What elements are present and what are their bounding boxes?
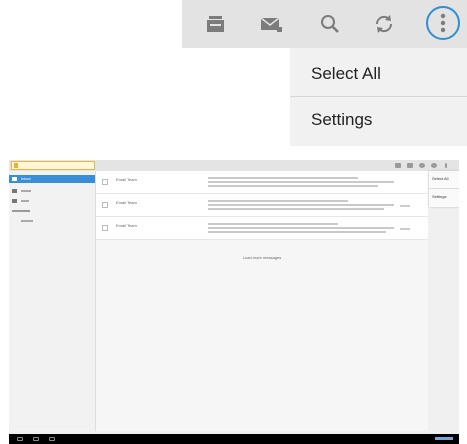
menu-divider: [290, 96, 467, 97]
message-list: Email Team Email Team Email Team Load mo…: [96, 171, 428, 431]
load-more-button[interactable]: Load more messages: [96, 255, 428, 260]
overflow-menu-icon[interactable]: [445, 163, 447, 168]
sidebar-item-label: Inbox: [21, 176, 31, 181]
sidebar-item-label: [21, 189, 31, 192]
sidebar-item-label: [21, 199, 29, 202]
menu-divider: [429, 188, 459, 189]
account-selector[interactable]: [11, 161, 95, 170]
search-icon[interactable]: [318, 12, 342, 36]
overflow-menu: Select All Settings: [429, 171, 459, 207]
overflow-menu: Select All Settings: [290, 48, 467, 146]
list-item[interactable]: Email Team: [96, 194, 428, 217]
menu-item-select-all[interactable]: Select All: [432, 176, 448, 181]
message-snippet: [208, 227, 394, 229]
message-sender: Email Team: [116, 200, 137, 205]
message-snippet: [208, 181, 394, 183]
message-snippet: [208, 185, 378, 187]
home-icon[interactable]: [33, 437, 39, 441]
compose-icon[interactable]: [395, 163, 401, 168]
folder-icon: [12, 199, 17, 203]
menu-item-select-all[interactable]: Select All: [311, 64, 381, 84]
message-snippet: [208, 204, 394, 206]
message-checkbox[interactable]: [102, 225, 108, 231]
message-snippet: [208, 208, 384, 210]
mail-icon[interactable]: [259, 12, 283, 36]
system-nav-bar: [9, 434, 459, 444]
sidebar-item-label: [21, 219, 33, 222]
action-bar: [182, 0, 467, 48]
status-icons: [435, 437, 453, 440]
message-checkbox[interactable]: [102, 202, 108, 208]
sidebar-item[interactable]: [9, 217, 95, 225]
message-sender: Email Team: [116, 223, 137, 228]
mail-icon[interactable]: [407, 163, 413, 168]
list-item[interactable]: Email Team: [96, 171, 428, 194]
menu-item-settings[interactable]: Settings: [432, 194, 446, 199]
tablet-action-bar: [9, 160, 459, 171]
sidebar-item[interactable]: [9, 187, 95, 195]
message-date: [400, 228, 410, 230]
sidebar-item-inbox[interactable]: Inbox: [9, 175, 95, 183]
overflow-menu-button[interactable]: [426, 6, 460, 40]
message-subject: [208, 177, 358, 179]
status-area[interactable]: [435, 436, 453, 441]
sidebar-item[interactable]: [9, 197, 95, 205]
tablet-screenshot: Inbox Email Team Email Team Email Team L…: [9, 160, 459, 444]
inbox-icon: [12, 177, 17, 181]
overflow-menu-icon: [440, 13, 446, 33]
folder-icon: [12, 189, 17, 193]
message-subject: [208, 200, 348, 202]
recent-apps-icon[interactable]: [49, 437, 55, 441]
message-subject: [208, 223, 338, 225]
message-sender: Email Team: [116, 177, 137, 182]
compose-icon[interactable]: [204, 12, 228, 36]
back-icon[interactable]: [17, 437, 23, 441]
sidebar-section-header: [9, 207, 95, 215]
folder-sidebar: Inbox: [9, 171, 96, 431]
message-checkbox[interactable]: [102, 179, 108, 185]
mail-icon: [14, 163, 18, 168]
search-icon[interactable]: [419, 163, 425, 168]
message-date: [400, 205, 410, 207]
menu-item-settings[interactable]: Settings: [311, 110, 372, 130]
message-snippet: [208, 231, 386, 233]
section-label: [12, 209, 30, 212]
list-item[interactable]: Email Team: [96, 217, 428, 240]
refresh-icon[interactable]: [431, 163, 437, 168]
refresh-icon[interactable]: [372, 12, 396, 36]
